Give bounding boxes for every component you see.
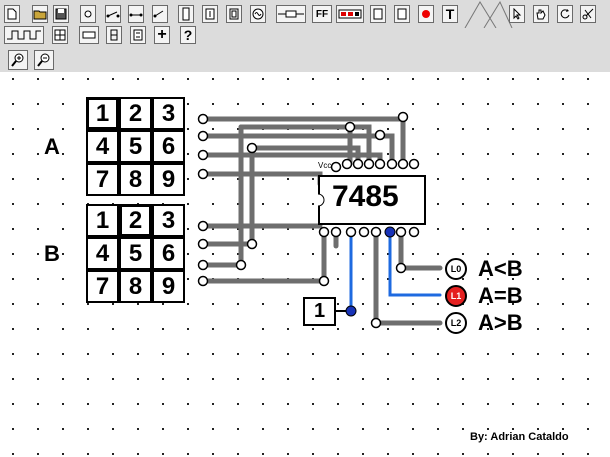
chip-label: 7485 xyxy=(332,180,399,213)
chip-notch xyxy=(317,193,325,207)
led-l1[interactable]: L1 xyxy=(445,285,467,307)
keypad-b-key[interactable]: 1 xyxy=(86,204,119,237)
output-label-equal: A=B xyxy=(478,283,523,308)
keypad-b-key[interactable]: 8 xyxy=(119,270,152,303)
group-a-label: A xyxy=(44,134,60,159)
keypad-a-key[interactable]: 6 xyxy=(152,130,185,163)
constant-input-one[interactable]: 1 xyxy=(303,297,336,326)
keypad-a-key[interactable]: 5 xyxy=(119,130,152,163)
keypad-b-key[interactable]: 4 xyxy=(86,237,119,270)
keypad-a-key[interactable]: 2 xyxy=(119,97,152,130)
keypad-a-key[interactable]: 8 xyxy=(119,163,152,196)
led-l0[interactable]: L0 xyxy=(445,258,467,280)
keypad-b-key[interactable]: 2 xyxy=(119,204,152,237)
keypad-b-key[interactable]: 6 xyxy=(152,237,185,270)
keypad-a-key[interactable]: 9 xyxy=(152,163,185,196)
keypad-a-key[interactable]: 1 xyxy=(86,97,119,130)
output-label-less: A<B xyxy=(478,256,523,281)
group-b-label: B xyxy=(44,241,60,266)
keypad-a-key[interactable]: 3 xyxy=(152,97,185,130)
keypad-a-key[interactable]: 4 xyxy=(86,130,119,163)
keypad-b-key[interactable]: 9 xyxy=(152,270,185,303)
circuit-simulator-window: FF T + ? 7485 Vcc A B 1 2 3 4 5 6 7 8 9 … xyxy=(0,0,610,457)
led-l2[interactable]: L2 xyxy=(445,312,467,334)
keypad-a-key[interactable]: 7 xyxy=(86,163,119,196)
output-label-greater: A>B xyxy=(478,310,523,335)
keypad-b-key[interactable]: 7 xyxy=(86,270,119,303)
keypad-b-key[interactable]: 5 xyxy=(119,237,152,270)
vcc-label: Vcc xyxy=(318,161,332,170)
author-credit: By: Adrian Cataldo xyxy=(470,431,569,443)
keypad-b-key[interactable]: 3 xyxy=(152,204,185,237)
